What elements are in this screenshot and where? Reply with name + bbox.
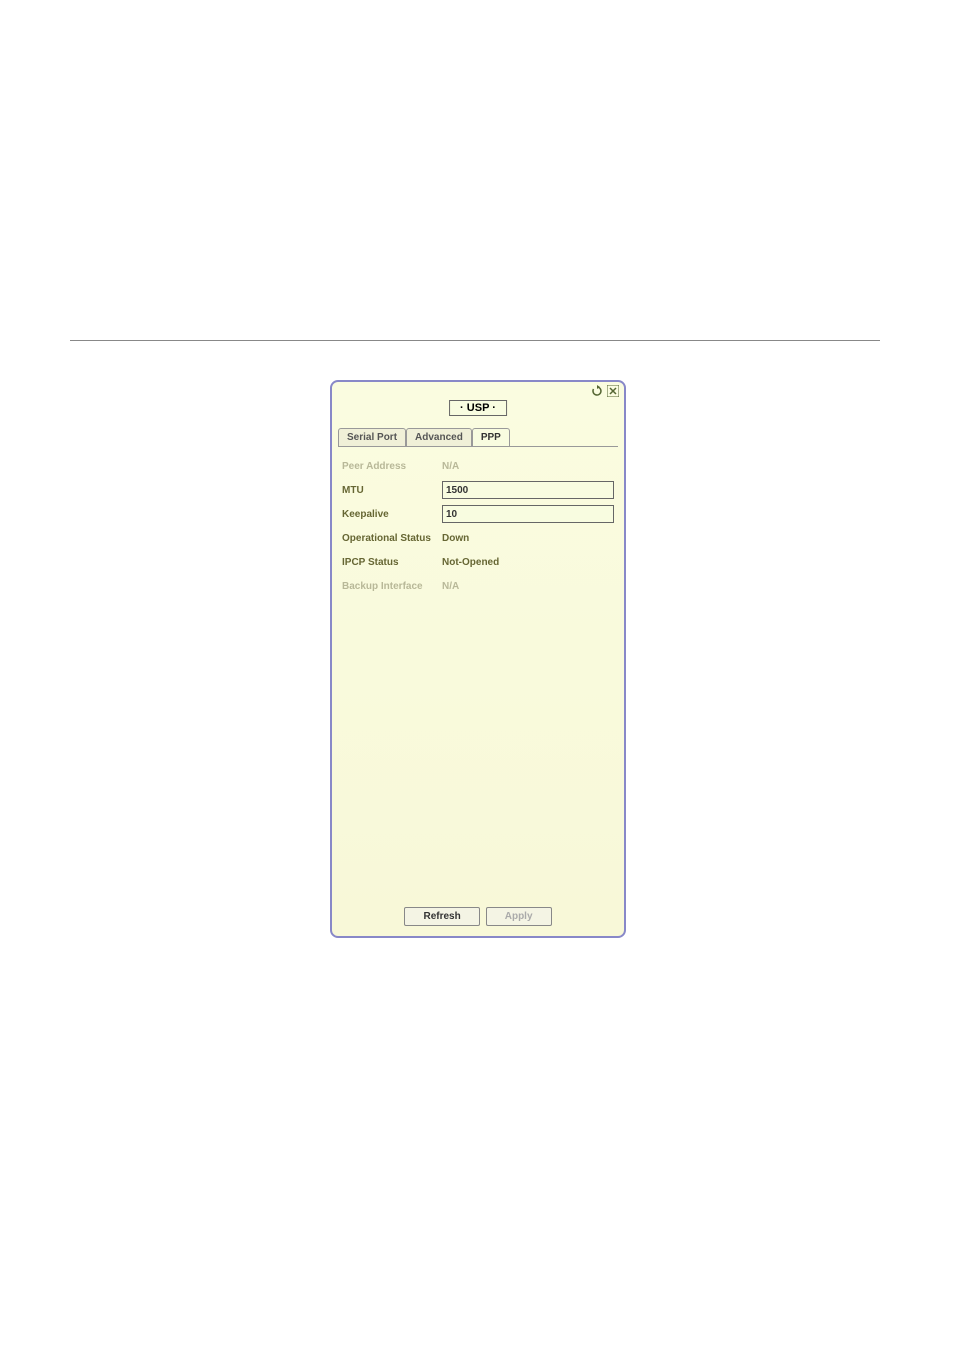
- tab-ppp[interactable]: PPP: [472, 428, 510, 446]
- header-icons: [590, 384, 620, 398]
- field-backup-interface: Backup Interface N/A: [342, 577, 614, 595]
- ipcp-status-value: Not-Opened: [442, 557, 614, 568]
- backup-interface-value: N/A: [442, 581, 614, 592]
- field-keepalive: Keepalive: [342, 505, 614, 523]
- mtu-input[interactable]: [442, 481, 614, 499]
- field-operational-status: Operational Status Down: [342, 529, 614, 547]
- keepalive-label: Keepalive: [342, 509, 442, 520]
- operational-status-value: Down: [442, 533, 614, 544]
- title-dot-right: ·: [492, 402, 496, 414]
- peer-address-label: Peer Address: [342, 461, 442, 472]
- field-mtu: MTU: [342, 481, 614, 499]
- operational-status-label: Operational Status: [342, 533, 442, 544]
- field-ipcp-status: IPCP Status Not-Opened: [342, 553, 614, 571]
- mtu-label: MTU: [342, 485, 442, 496]
- ipcp-status-label: IPCP Status: [342, 557, 442, 568]
- title-text: USP: [467, 402, 489, 414]
- dialog-buttons: Refresh Apply: [332, 907, 624, 926]
- peer-address-value: N/A: [442, 461, 614, 472]
- usp-dialog: · USP · Serial Port Advanced PPP Peer Ad…: [330, 380, 626, 938]
- field-peer-address: Peer Address N/A: [342, 457, 614, 475]
- horizontal-separator: [70, 340, 880, 341]
- keepalive-input[interactable]: [442, 505, 614, 523]
- dialog-title: · USP ·: [449, 400, 507, 416]
- tab-advanced[interactable]: Advanced: [406, 428, 472, 446]
- title-dot-left: ·: [460, 402, 464, 414]
- tab-serial-port[interactable]: Serial Port: [338, 428, 406, 446]
- tabs: Serial Port Advanced PPP: [338, 428, 624, 446]
- dialog-header: · USP ·: [332, 382, 624, 414]
- refresh-button[interactable]: Refresh: [404, 907, 479, 926]
- refresh-icon[interactable]: [590, 384, 604, 398]
- backup-interface-label: Backup Interface: [342, 581, 442, 592]
- close-icon[interactable]: [606, 384, 620, 398]
- tab-content-ppp: Peer Address N/A MTU Keepalive Operation…: [338, 446, 618, 611]
- apply-button[interactable]: Apply: [486, 907, 552, 926]
